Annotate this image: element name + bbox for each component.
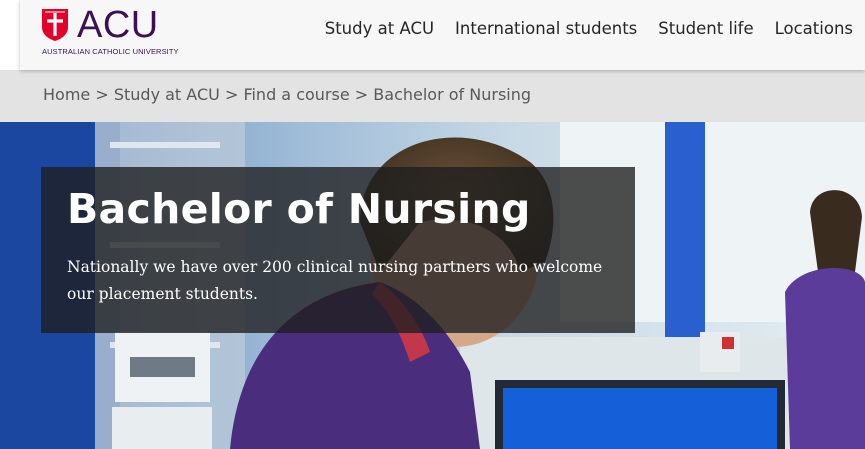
site-header: ACU AUSTRALIAN CATHOLIC UNIVERSITY Study… xyxy=(20,0,865,70)
acu-logo[interactable]: ACU AUSTRALIAN CATHOLIC UNIVERSITY xyxy=(41,4,181,58)
nav-item-student-life[interactable]: Student life xyxy=(658,19,753,38)
breadcrumb-separator: > xyxy=(95,85,109,104)
breadcrumb-bar: Home > Study at ACU > Find a course > Ba… xyxy=(0,70,865,122)
hero-description: Nationally we have over 200 clinical nur… xyxy=(67,258,603,303)
breadcrumb-find-a-course[interactable]: Find a course xyxy=(243,85,349,104)
breadcrumb-separator: > xyxy=(354,85,369,104)
nav-item-international-students[interactable]: International students xyxy=(455,19,637,38)
breadcrumb-home[interactable]: Home xyxy=(43,85,90,104)
hero-banner: Bachelor of Nursing Nationally we have o… xyxy=(0,122,865,449)
page-title: Bachelor of Nursing xyxy=(67,185,531,233)
breadcrumb-separator: > xyxy=(224,85,239,104)
breadcrumb-study-at-acu[interactable]: Study at ACU xyxy=(114,85,220,104)
breadcrumb-current: Bachelor of Nursing xyxy=(373,85,532,104)
shield-icon xyxy=(42,9,68,41)
main-nav: Study at ACU International students Stud… xyxy=(304,0,853,56)
nav-item-locations[interactable]: Locations xyxy=(775,19,853,38)
breadcrumb: Home > Study at ACU > Find a course > Ba… xyxy=(43,85,531,104)
nav-item-study-at-acu[interactable]: Study at ACU xyxy=(325,19,434,38)
logo-subtitle: AUSTRALIAN CATHOLIC UNIVERSITY xyxy=(42,47,179,56)
logo-wordmark: ACU xyxy=(77,4,159,46)
hero-caption-box: Bachelor of Nursing Nationally we have o… xyxy=(41,167,635,333)
